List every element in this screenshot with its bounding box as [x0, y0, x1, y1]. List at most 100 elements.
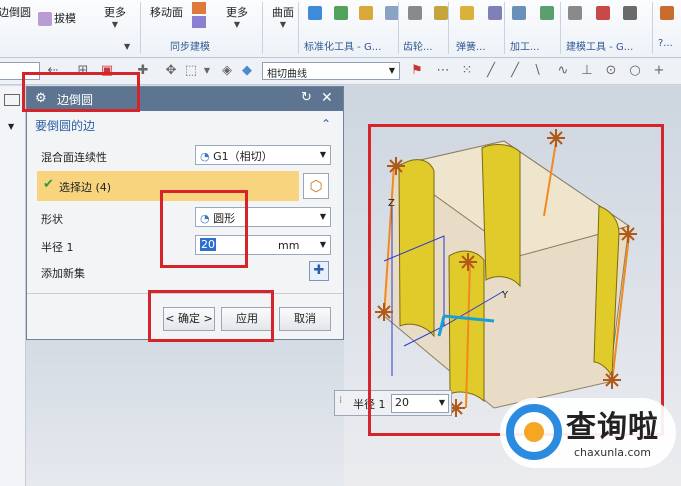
cancel-button[interactable]: 取消 [279, 307, 331, 331]
gear-icon[interactable] [433, 6, 448, 20]
edge-blend-label: 边倒圆 [0, 6, 31, 19]
watermark-brand: 查询啦 [566, 410, 659, 445]
grid-icon[interactable]: ⋯ [436, 64, 450, 78]
std-tool-icon[interactable] [384, 6, 399, 20]
add-new-set-label: 添加新集 [41, 267, 85, 280]
section-title: 要倒圆的边 [35, 119, 96, 133]
group-label-more: ?... [658, 38, 673, 49]
std-tool-icons [308, 6, 401, 20]
ribbon-separator [560, 2, 561, 54]
extra-tool-icons [660, 6, 676, 20]
circle-center-icon[interactable]: ⊙ [604, 64, 618, 78]
std-tool-icon[interactable] [359, 6, 373, 20]
annotation-box-model [368, 124, 664, 436]
part-navigator-icon[interactable] [4, 94, 20, 106]
resource-bar: ▼ [0, 86, 26, 486]
close-icon[interactable]: ✕ [321, 90, 333, 106]
face-icon[interactable]: ◈ [220, 64, 234, 78]
std-tool-icon[interactable] [308, 6, 322, 20]
drag-handle-icon[interactable]: ⁞ [339, 395, 342, 406]
checkmark-icon: ✔ [43, 177, 54, 192]
curve-rule-value: 相切曲线 [267, 69, 307, 80]
chevron-down-icon: ▼ [319, 240, 326, 249]
ribbon-separator [448, 2, 449, 54]
more-label-2: 更多 [226, 6, 248, 19]
group-label-sync: 同步建模 [170, 42, 210, 53]
chevron-down-icon: ▼ [111, 20, 119, 29]
curve-label: 曲面 [272, 6, 294, 19]
chevron-down-icon[interactable]: ▼ [8, 122, 14, 131]
add-new-set-button[interactable]: ✚ [309, 261, 329, 281]
circle-icon[interactable]: ○ [628, 64, 642, 78]
plus-icon[interactable]: + [652, 64, 666, 78]
watermark-url: chaxunla.com [574, 446, 651, 459]
sweep-label: 拔模 [54, 12, 76, 25]
cancel-label: 取消 [294, 312, 316, 325]
sync-tools-icon[interactable] [192, 0, 210, 30]
chevron-down-icon[interactable]: ▼ [200, 64, 214, 78]
build-tool-icon[interactable] [568, 6, 582, 20]
spring-icon[interactable] [460, 6, 474, 20]
body-icon[interactable]: ◆ [240, 64, 254, 78]
intersection-icon[interactable]: ⊥ [580, 64, 594, 78]
radius-unit: mm [278, 239, 300, 252]
section-header[interactable]: 要倒圆的边 ⌃ [35, 117, 335, 137]
more-button-1[interactable]: 更多 ▼ [104, 4, 126, 29]
box-select-icon[interactable]: ⬚ [184, 64, 198, 78]
std-tool-icon[interactable] [333, 6, 348, 20]
chevron-down-icon: ▼ [319, 150, 326, 159]
chevron-down-icon: ▼ [388, 66, 395, 75]
gear-tool-icons [408, 6, 450, 20]
machining-tool-icons [512, 6, 556, 20]
shape-label: 形状 [41, 213, 63, 226]
spline-icon[interactable]: ∿ [556, 64, 570, 78]
blend-continuity-select[interactable]: ◔ G1（相切） ▼ [195, 145, 331, 165]
radius-label: 半径 1 [41, 241, 74, 254]
annotation-box-shape-radius [160, 190, 248, 268]
group-label-std: 标准化工具 - G... [304, 42, 382, 53]
group-label-machining: 加工... [510, 42, 540, 53]
snap-point-icon[interactable]: ⚑ [410, 64, 424, 78]
dots-icon[interactable]: ⁙ [460, 64, 474, 78]
ribbon: 边倒圆 拔模 更多 ▼ ▼ 移动面 更多 ▼ 同步建模 曲面 ▼ 标准化工具 -… [0, 0, 681, 58]
spring-tool-icons [460, 6, 504, 20]
curve-button[interactable]: 曲面 ▼ [272, 4, 294, 29]
select-edge-cube-button[interactable]: ⬡ [303, 173, 329, 199]
machining-icon[interactable] [539, 6, 554, 20]
arc-icon[interactable]: ∖ [530, 64, 544, 78]
ribbon-separator [398, 2, 399, 54]
chevron-up-icon: ⌃ [321, 117, 332, 131]
sweep-button[interactable]: 拔模 [38, 10, 76, 26]
line-icon[interactable]: ╱ [484, 64, 498, 78]
more-button-2[interactable]: 更多 ▼ [226, 4, 248, 29]
ribbon-separator [652, 2, 653, 54]
annotation-box-buttons [148, 290, 274, 342]
ribbon-separator [298, 2, 299, 54]
gear-icon[interactable] [408, 6, 422, 20]
extra-tool-icon[interactable] [660, 6, 674, 20]
group-label-build: 建模工具 - G... [566, 42, 634, 53]
machining-icon[interactable] [512, 6, 526, 20]
spring-icon[interactable] [487, 6, 502, 20]
chevron-down-icon: ▼ [233, 20, 241, 29]
build-tool-icon[interactable] [623, 6, 637, 20]
chevron-down-icon: ▼ [319, 212, 326, 221]
ribbon-separator [504, 2, 505, 54]
line-icon[interactable]: ╱ [508, 64, 522, 78]
ribbon-separator [140, 2, 141, 54]
watermark-logo-dot [524, 422, 544, 442]
annotation-box-title [22, 72, 140, 112]
build-tool-icons [568, 6, 639, 20]
edge-blend-button[interactable]: 边倒圆 [0, 4, 31, 20]
group-label-spring: 弹簧... [456, 42, 486, 53]
blend-continuity-label: 混合面连续性 [41, 151, 107, 164]
move-icon[interactable]: ✥ [164, 64, 178, 78]
reset-icon[interactable]: ↻ [301, 90, 312, 105]
chevron-down-icon[interactable]: ▼ [124, 42, 130, 51]
blend-continuity-value: G1（相切） [213, 150, 273, 163]
graphics-viewport-lower[interactable] [26, 340, 344, 486]
move-face-button[interactable]: 移动面 [150, 4, 183, 20]
curve-rule-select[interactable]: 相切曲线 ▼ [262, 62, 400, 80]
continuity-icon: ◔ [200, 150, 210, 163]
build-tool-icon[interactable] [595, 6, 610, 20]
